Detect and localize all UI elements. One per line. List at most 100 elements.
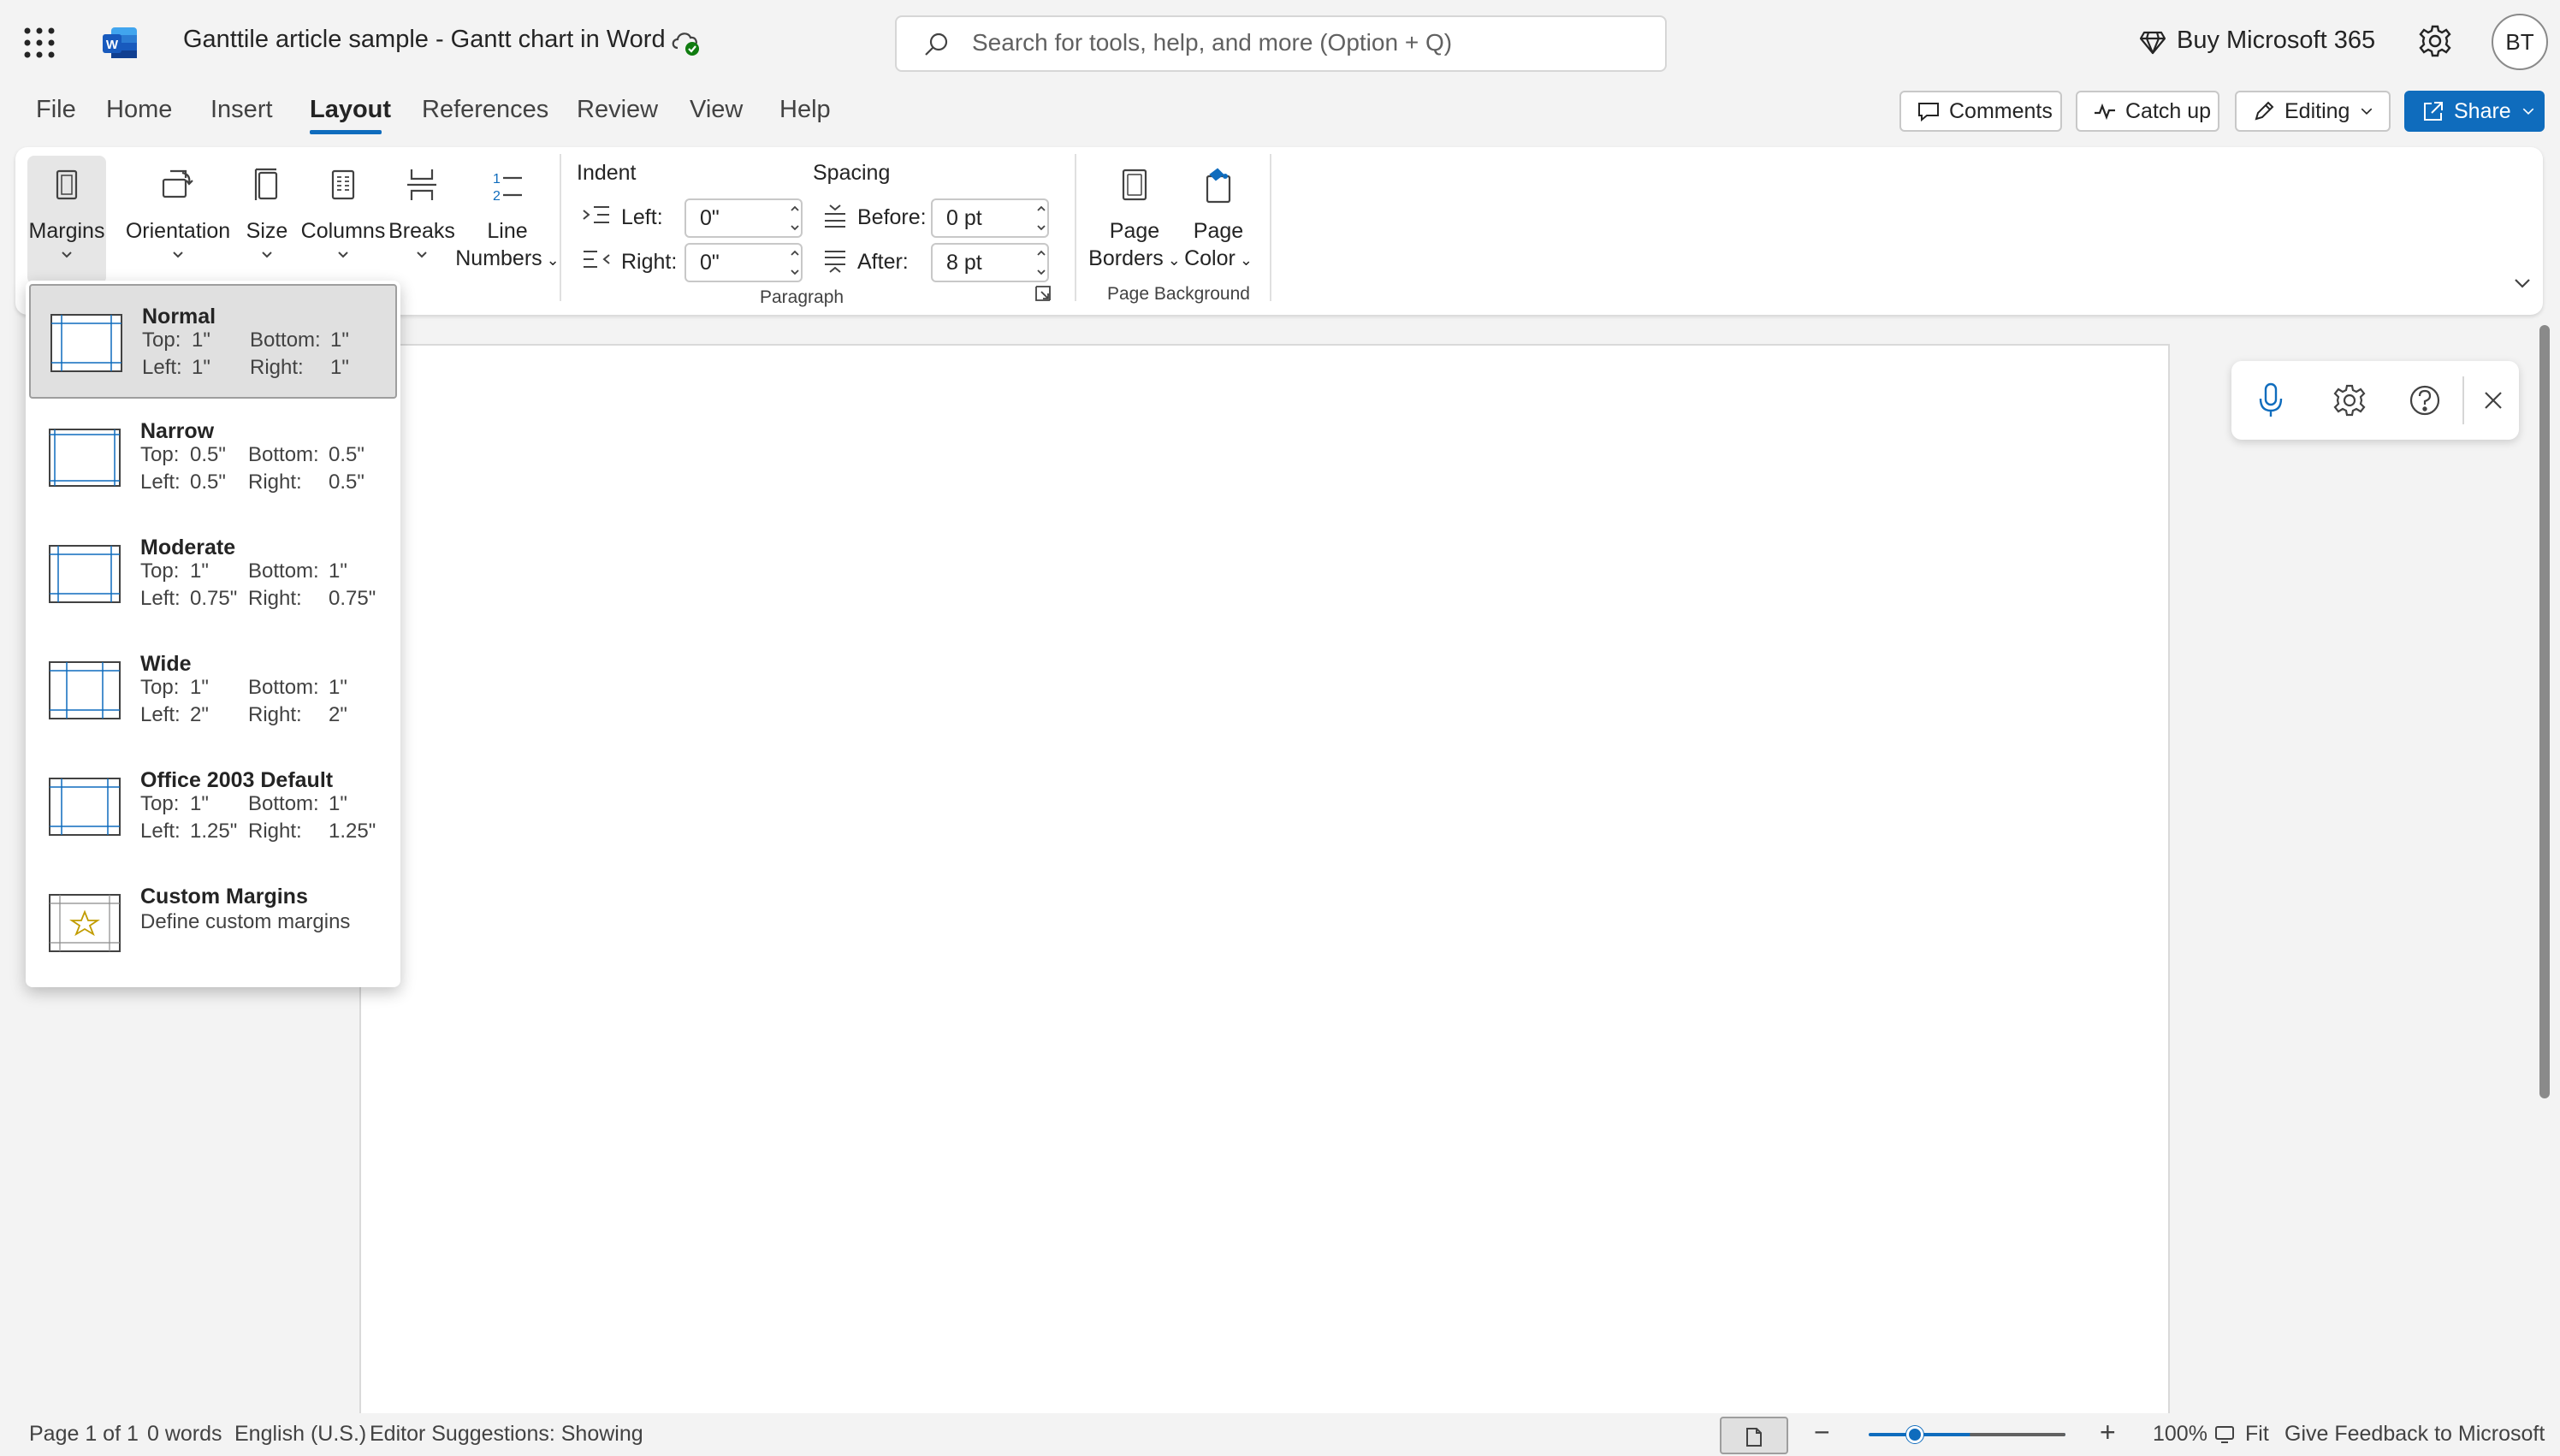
- margin-left-label: Left:: [140, 703, 181, 726]
- indent-left-field[interactable]: 0": [684, 198, 803, 238]
- margin-top-label: Top:: [140, 443, 180, 466]
- tab-layout[interactable]: Layout: [310, 96, 391, 124]
- language-indicator[interactable]: English (U.S.): [234, 1422, 366, 1447]
- breaks-icon: [407, 169, 436, 200]
- microphone-icon[interactable]: [2257, 382, 2284, 419]
- indent-right-field[interactable]: 0": [684, 243, 803, 282]
- svg-text:1: 1: [493, 172, 501, 186]
- size-label: Size: [246, 219, 288, 243]
- close-icon[interactable]: [2483, 390, 2504, 411]
- margin-bottom-value: 1": [330, 328, 349, 352]
- margin-bottom-label: Bottom:: [250, 328, 321, 352]
- margin-left-label: Left:: [140, 471, 181, 494]
- spacing-after-spinner-icon[interactable]: [1035, 246, 1047, 279]
- print-layout-view-button[interactable]: [1720, 1417, 1788, 1454]
- margin-right-label: Right:: [248, 820, 302, 843]
- margin-bottom-label: Bottom:: [248, 443, 319, 466]
- editor-suggestions-status[interactable]: Editor Suggestions: Showing: [370, 1422, 643, 1447]
- page-color-icon: [1206, 168, 1231, 204]
- tab-help[interactable]: Help: [779, 96, 831, 124]
- comment-icon: [1918, 103, 1939, 122]
- comments-label: Comments: [1949, 98, 2053, 123]
- margins-button[interactable]: Margins: [27, 156, 106, 284]
- tab-home[interactable]: Home: [106, 96, 172, 124]
- search-input[interactable]: Search for tools, help, and more (Option…: [895, 15, 1667, 72]
- page-color-button[interactable]: Page Color ⌄: [1172, 156, 1265, 284]
- fit-button[interactable]: Fit: [2245, 1422, 2269, 1447]
- indent-left-spinner-icon[interactable]: [789, 202, 801, 234]
- tab-review[interactable]: Review: [577, 96, 658, 124]
- margin-right-value: 1.25": [329, 820, 376, 843]
- tab-insert[interactable]: Insert: [210, 96, 273, 124]
- ribbon-separator: [560, 154, 561, 301]
- orientation-button[interactable]: Orientation: [110, 156, 246, 284]
- margin-normal-thumbnail-icon: [50, 314, 122, 372]
- buy-microsoft-365-link[interactable]: Buy Microsoft 365: [2177, 27, 2375, 55]
- zoom-in-button[interactable]: +: [2100, 1417, 2116, 1448]
- spacing-before-field[interactable]: 0 pt: [931, 198, 1049, 238]
- chevron-down-icon: [2361, 108, 2373, 115]
- margin-option-normal[interactable]: Normal Top: 1" Bottom: 1" Left: 1" Right…: [29, 284, 397, 399]
- line-numbers-button[interactable]: 1 2 Line Numbers ⌄: [443, 156, 572, 284]
- vertical-scrollbar[interactable]: [2539, 325, 2550, 1098]
- ribbon-separator: [1075, 154, 1076, 301]
- line-numbers-label: Line Numbers ⌄: [455, 219, 560, 270]
- tab-references[interactable]: References: [422, 96, 548, 124]
- spacing-after-field[interactable]: 8 pt: [931, 243, 1049, 282]
- margin-bottom-value: 1": [329, 792, 347, 815]
- page-color-label: Page Color ⌄: [1184, 219, 1253, 270]
- document-page[interactable]: [359, 344, 2170, 1456]
- search-icon: [922, 31, 950, 58]
- custom-margins-option[interactable]: Custom Margins Define custom margins: [29, 866, 397, 980]
- margin-top-value: 1": [190, 792, 209, 815]
- margin-option-wide[interactable]: Wide Top: 1" Bottom: 1" Left: 2" Right: …: [29, 633, 397, 748]
- word-logo-icon[interactable]: W: [103, 26, 139, 60]
- page-borders-label-line2: Borders: [1088, 246, 1164, 270]
- document-title[interactable]: Ganttile article sample - Gantt chart in…: [183, 26, 666, 54]
- tab-file[interactable]: File: [36, 96, 76, 124]
- zoom-slider-thumb[interactable]: [1906, 1426, 1923, 1443]
- share-button[interactable]: Share: [2404, 91, 2545, 132]
- margin-right-label: Right:: [248, 587, 302, 610]
- spacing-before-spinner-icon[interactable]: [1035, 202, 1047, 234]
- tab-view[interactable]: View: [690, 96, 743, 124]
- margin-narrow-thumbnail-icon: [49, 429, 121, 487]
- gear-icon[interactable]: [2418, 24, 2452, 58]
- dictation-settings-gear-icon[interactable]: [2332, 383, 2367, 417]
- feedback-link[interactable]: Give Feedback to Microsoft: [2284, 1422, 2545, 1447]
- page-borders-button[interactable]: Page Borders ⌄: [1088, 156, 1181, 284]
- margin-right-label: Right:: [250, 356, 304, 379]
- margin-option-moderate[interactable]: Moderate Top: 1" Bottom: 1" Left: 0.75" …: [29, 517, 397, 631]
- chevron-down-icon: [262, 252, 272, 258]
- orientation-icon: [162, 169, 193, 198]
- page-borders-label-line1: Page: [1109, 219, 1160, 243]
- margin-wide-thumbnail-icon: [49, 661, 121, 719]
- margin-left-value: 2": [190, 703, 209, 726]
- search-placeholder: Search for tools, help, and more (Option…: [972, 29, 1453, 56]
- page-background-group-label: Page Background: [1107, 284, 1250, 304]
- ribbon-expand-chevron-icon[interactable]: [2512, 275, 2533, 291]
- custom-margins-description: Define custom margins: [140, 910, 351, 933]
- indent-right-spinner-icon[interactable]: [789, 246, 801, 279]
- catch-up-button[interactable]: Catch up: [2076, 91, 2219, 132]
- margin-left-value: 1.25": [190, 820, 238, 843]
- indent-right-value: 0": [700, 250, 720, 275]
- cloud-check-icon[interactable]: [669, 27, 702, 56]
- margins-label: Margins: [28, 219, 105, 243]
- comments-button[interactable]: Comments: [1899, 91, 2062, 132]
- margin-bottom-value: 1": [329, 559, 347, 583]
- chevron-down-icon: [173, 252, 183, 258]
- share-label: Share: [2454, 98, 2511, 123]
- help-icon[interactable]: [2408, 383, 2442, 417]
- avatar[interactable]: BT: [2492, 14, 2548, 70]
- zoom-out-button[interactable]: −: [1814, 1417, 1830, 1448]
- margin-option-office-2003-default[interactable]: Office 2003 Default Top: 1" Bottom: 1" L…: [29, 749, 397, 864]
- editing-mode-button[interactable]: Editing: [2235, 91, 2391, 132]
- app-launcher-waffle-icon[interactable]: [22, 26, 56, 60]
- diamond-icon[interactable]: [2139, 27, 2166, 56]
- zoom-percent[interactable]: 100%: [2153, 1422, 2207, 1447]
- page-count[interactable]: Page 1 of 1: [29, 1422, 139, 1447]
- paragraph-settings-launcher-icon[interactable]: [1034, 284, 1052, 303]
- word-count[interactable]: 0 words: [147, 1422, 222, 1447]
- margin-option-narrow[interactable]: Narrow Top: 0.5" Bottom: 0.5" Left: 0.5"…: [29, 400, 397, 515]
